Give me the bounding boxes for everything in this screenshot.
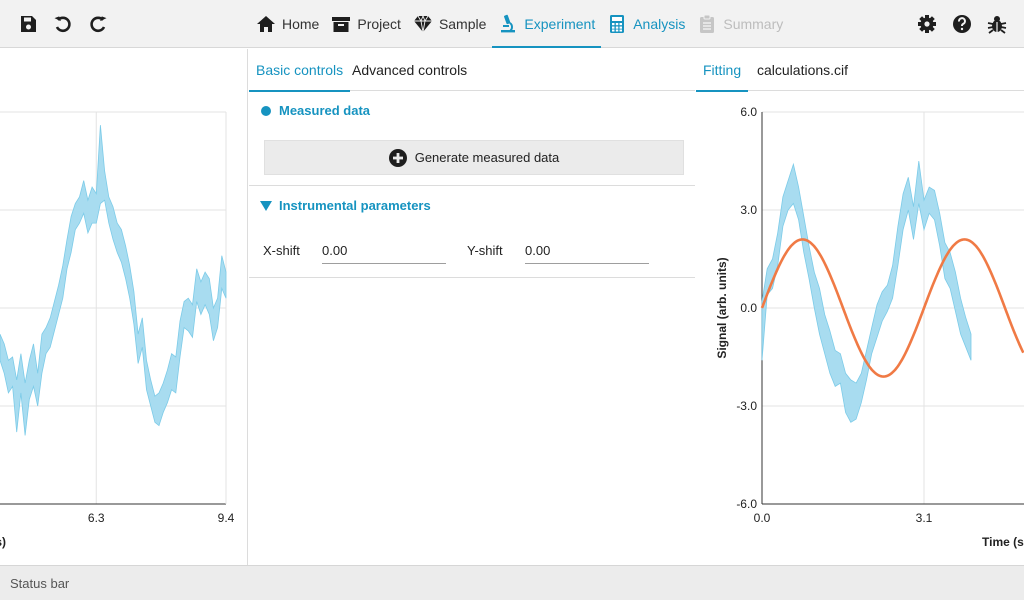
settings-icon[interactable]: [915, 12, 939, 36]
x-tick-label: 3.1: [916, 511, 933, 525]
tab-summary-label: Summary: [723, 16, 784, 32]
measured-data-band: [0, 125, 227, 436]
y-tick-label: 3.0: [740, 203, 757, 217]
tab-home-label: Home: [282, 16, 320, 32]
y-tick-label: 0.0: [740, 301, 757, 315]
tab-analysis[interactable]: Analysis: [601, 0, 691, 48]
controls-tabs: Basic controls Advanced controls: [249, 49, 695, 92]
instrumental-parameters-title: Instrumental parameters: [279, 198, 431, 213]
tab-sample-label: Sample: [438, 16, 487, 32]
bug-icon[interactable]: [985, 12, 1009, 36]
measured-data-band: [761, 160, 972, 423]
tab-basic-controls[interactable]: Basic controls: [249, 49, 351, 92]
fitting-chart: 6.03.00.0-3.0-6.00.0 3.1Signal (arb. unit…: [715, 105, 1024, 549]
controls-panel: Basic controls Advanced controls Measure…: [249, 49, 696, 565]
plus-circle-icon: [388, 148, 407, 167]
y-tick-label: 6.0: [740, 105, 757, 119]
x-axis-label: Time (s: [982, 535, 1024, 549]
tab-summary[interactable]: Summary: [691, 0, 789, 48]
x-shift-input[interactable]: [322, 238, 446, 264]
tab-sample[interactable]: Sample: [407, 0, 492, 48]
x-tick-label: 9.4: [218, 511, 235, 525]
section-divider: [249, 185, 695, 186]
section-divider: [249, 277, 695, 278]
calculator-icon: [610, 15, 625, 33]
tab-home[interactable]: Home: [250, 0, 325, 48]
status-bar-text: Status bar: [10, 575, 70, 591]
x-axis-label: s): [0, 535, 6, 549]
microscope-icon: [501, 14, 516, 33]
y-shift-input[interactable]: [525, 238, 649, 264]
save-icon[interactable]: [16, 12, 40, 36]
top-toolbar: Home Project Sample Experiment Analysis …: [0, 0, 1024, 48]
instrumental-parameters-group-header[interactable]: Instrumental parameters: [259, 198, 431, 213]
bullet-icon: [259, 104, 273, 118]
left-panel: 6.3 9.4 s): [0, 49, 248, 565]
clipboard-icon: [700, 14, 715, 33]
tab-experiment[interactable]: Experiment: [492, 0, 602, 48]
gem-icon: [413, 14, 432, 33]
measured-data-title: Measured data: [279, 103, 371, 118]
tab-project[interactable]: Project: [325, 0, 407, 48]
generate-measured-data-button[interactable]: Generate measured data: [264, 140, 684, 175]
y-shift-label: Y-shift: [467, 243, 503, 258]
y-tick-label: -3.0: [736, 399, 757, 413]
tab-advanced-controls[interactable]: Advanced controls: [345, 49, 474, 91]
x-shift-label: X-shift: [263, 243, 300, 258]
x-tick-label: 6.3: [88, 511, 105, 525]
generate-measured-data-label: Generate measured data: [414, 150, 560, 165]
redo-icon[interactable]: [86, 12, 110, 36]
left-chart: 6.3 9.4 s): [0, 111, 235, 549]
undo-icon[interactable]: [51, 12, 75, 36]
y-tick-label: -6.0: [736, 497, 757, 511]
measured-data-group-header[interactable]: Measured data: [259, 103, 370, 118]
tab-analysis-label: Analysis: [633, 16, 686, 32]
help-icon[interactable]: [950, 12, 974, 36]
tab-calculations-cif[interactable]: calculations.cif: [750, 49, 855, 91]
archive-icon: [332, 17, 351, 32]
tab-project-label: Project: [357, 16, 401, 32]
fitting-tabs: Fitting calculations.cif: [696, 49, 1024, 92]
home-icon: [257, 16, 275, 32]
tab-experiment-label: Experiment: [524, 16, 596, 32]
main-nav: Home Project Sample Experiment Analysis …: [250, 0, 789, 48]
y-axis-label: Signal (arb. units): [715, 257, 729, 358]
triangle-down-icon: [259, 199, 273, 213]
tab-fitting[interactable]: Fitting: [696, 49, 749, 92]
x-tick-label: 0.0: [754, 511, 771, 525]
status-bar: Status bar: [0, 565, 1024, 600]
fitting-panel: Fitting calculations.cif 6.0 3.0 0.0 -3.0 -6…: [696, 49, 1024, 565]
